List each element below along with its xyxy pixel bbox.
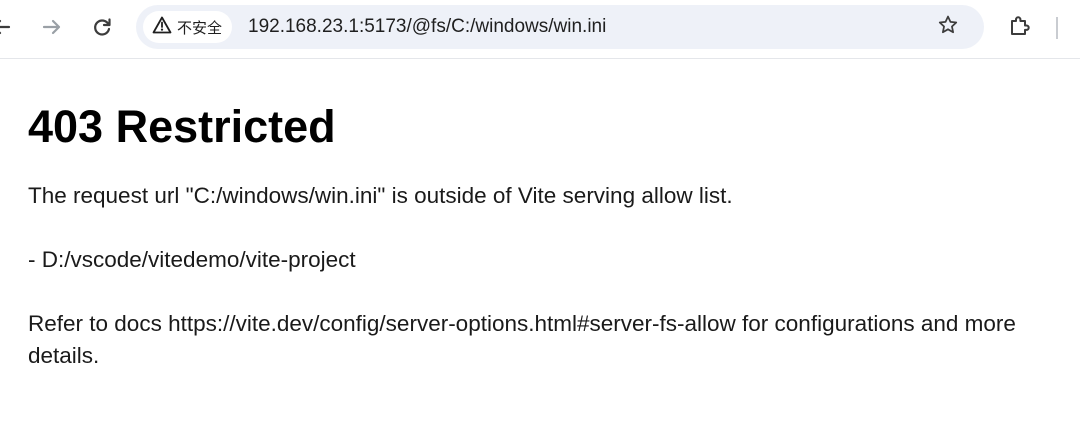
page-title: 403 Restricted	[28, 101, 336, 152]
docs-note: Refer to docs https://vite.dev/config/se…	[28, 311, 1016, 368]
puzzle-icon	[1008, 14, 1032, 43]
star-icon	[937, 14, 959, 41]
forward-button[interactable]	[35, 10, 69, 44]
reload-icon	[91, 16, 113, 38]
back-arrow-icon	[0, 16, 12, 38]
page-content: 403 Restricted The request url "C:/windo…	[28, 59, 1068, 372]
bookmark-button[interactable]	[934, 13, 962, 41]
extensions-button[interactable]	[1004, 12, 1036, 44]
security-indicator[interactable]: 不安全	[143, 11, 233, 43]
back-button[interactable]	[0, 10, 18, 44]
url-text[interactable]: 192.168.23.1:5173/@fs/C:/windows/win.ini	[248, 5, 606, 49]
warning-triangle-icon	[152, 16, 172, 39]
error-message: The request url "C:/windows/win.ini" is …	[28, 183, 733, 208]
security-label: 不安全	[177, 18, 223, 37]
address-bar[interactable]: 不安全 192.168.23.1:5173/@fs/C:/windows/win…	[136, 5, 984, 49]
forward-arrow-icon	[41, 16, 63, 38]
allow-list-item: - D:/vscode/vitedemo/vite-project	[28, 247, 356, 272]
toolbar-divider	[1056, 17, 1058, 39]
reload-button[interactable]	[85, 10, 119, 44]
browser-toolbar: 不安全 192.168.23.1:5173/@fs/C:/windows/win…	[0, 0, 1080, 59]
